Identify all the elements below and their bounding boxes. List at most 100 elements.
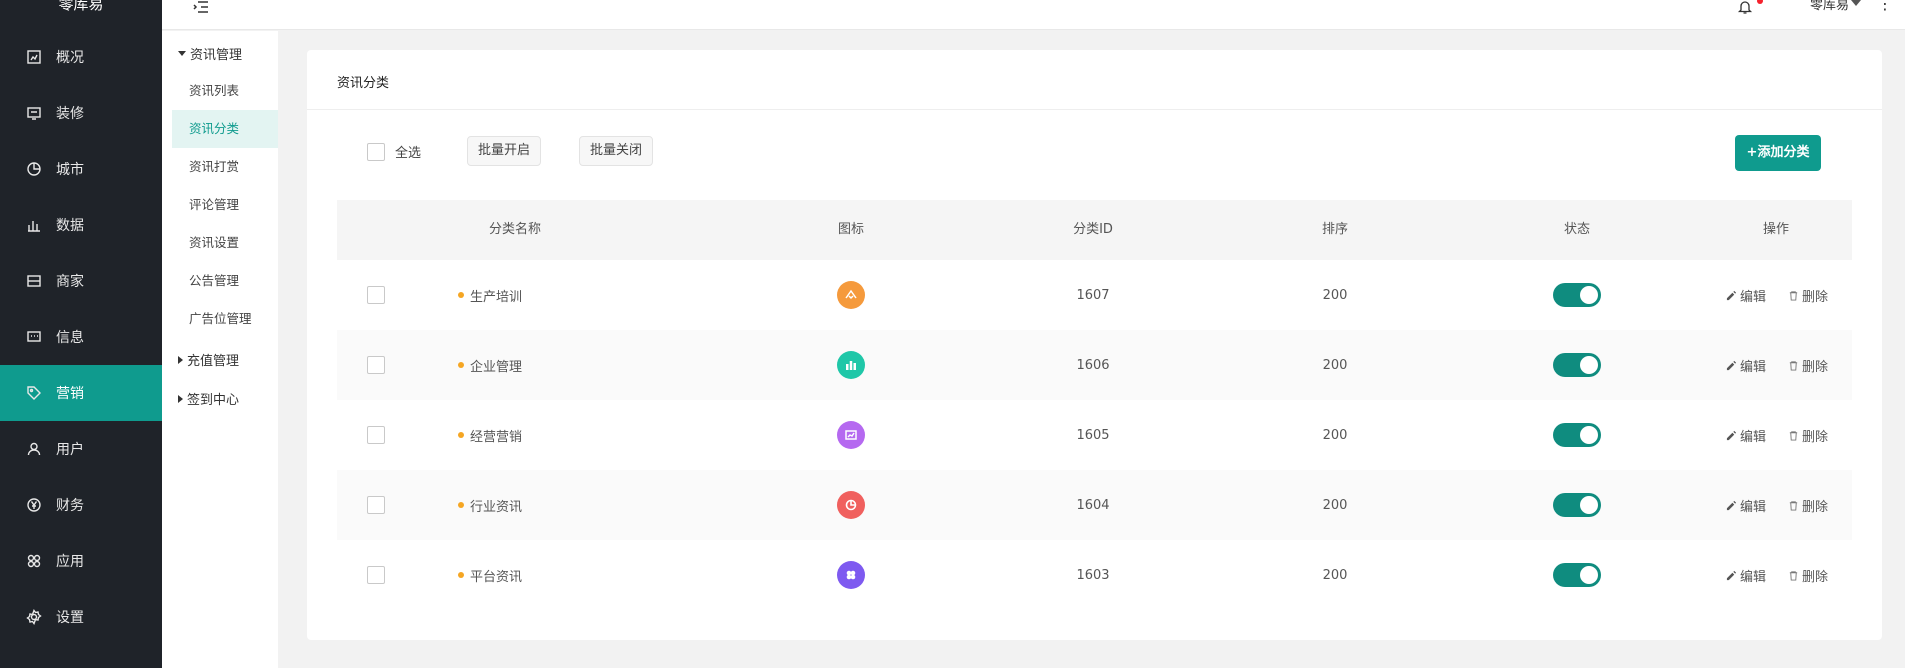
add-category-button[interactable]: +添加分类: [1735, 135, 1821, 171]
table-row: 平台资讯 1603 200 编辑 删除: [337, 540, 1852, 610]
batch-close-button[interactable]: 批量关闭: [579, 136, 654, 166]
table-row: 生产培训 1607 200 编辑 删除: [337, 260, 1852, 330]
sidebar-item-apps[interactable]: 应用: [0, 533, 162, 589]
column-header-name: 分类名称: [488, 222, 542, 237]
chevron-down-icon[interactable]: [1851, 0, 1861, 6]
subnav-group-label: 资讯管理: [190, 48, 243, 63]
edit-button[interactable]: 编辑: [1726, 426, 1766, 445]
sidebar-item-label: 财务: [56, 498, 84, 514]
sidebar-item-city[interactable]: 城市: [0, 141, 162, 197]
bullet-dot: [458, 572, 464, 578]
batch-open-button[interactable]: 批量开启: [467, 136, 542, 166]
caret-right-icon: [178, 355, 183, 364]
divider: [307, 109, 1882, 110]
sidebar-item-label: 营销: [56, 386, 84, 402]
status-toggle[interactable]: [1553, 423, 1601, 447]
subnav-group-label: 签到中心: [187, 393, 240, 408]
status-toggle[interactable]: [1553, 283, 1601, 307]
gear-icon: [26, 609, 42, 625]
caret-right-icon: [178, 394, 183, 403]
user-menu[interactable]: 零库易: [1810, 0, 1849, 13]
subnav-group-checkin[interactable]: 签到中心: [178, 389, 239, 408]
edit-button[interactable]: 编辑: [1726, 496, 1766, 515]
status-toggle[interactable]: [1553, 353, 1601, 377]
subnav-item-comments[interactable]: 评论管理: [172, 186, 278, 224]
category-sort: 200: [1322, 357, 1348, 373]
merchant-icon: [26, 273, 42, 289]
delete-button[interactable]: 删除: [1788, 286, 1828, 305]
sidebar-item-finance[interactable]: 财务: [0, 477, 162, 533]
delete-label: 删除: [1802, 429, 1829, 445]
sidebar-item-overview[interactable]: 概况: [0, 29, 162, 85]
sidebar-item-data[interactable]: 数据: [0, 197, 162, 253]
content-card: 资讯分类 全选 批量开启 批量关闭 +添加分类 分类名称 图标 分类ID 排序 …: [307, 50, 1882, 640]
delete-button[interactable]: 删除: [1788, 566, 1828, 585]
data-icon: [26, 217, 42, 233]
delete-button[interactable]: 删除: [1788, 426, 1828, 445]
category-name: 平台资讯: [470, 569, 523, 585]
category-id: 1604: [1076, 497, 1110, 513]
category-sort: 200: [1322, 427, 1348, 443]
sidebar-item-user[interactable]: 用户: [0, 421, 162, 477]
subnav-item-news-list[interactable]: 资讯列表: [172, 72, 278, 110]
status-toggle[interactable]: [1553, 563, 1601, 587]
more-menu-icon[interactable]: ⋮: [1877, 0, 1893, 12]
category-name: 生产培训: [470, 289, 523, 305]
edit-button[interactable]: 编辑: [1726, 566, 1766, 585]
subnav-item-news-category[interactable]: 资讯分类: [172, 110, 278, 148]
subnav-item-news-reward[interactable]: 资讯打赏: [172, 148, 278, 186]
edit-button[interactable]: 编辑: [1726, 286, 1766, 305]
city-icon: [26, 161, 42, 177]
brand-logo[interactable]: 零库易: [0, 0, 162, 18]
row-checkbox[interactable]: [367, 566, 385, 584]
menu-collapse-icon[interactable]: [192, 0, 210, 16]
row-checkbox[interactable]: [367, 356, 385, 374]
tag-icon: [26, 385, 42, 401]
category-name: 企业管理: [470, 359, 523, 375]
sidebar-item-label: 商家: [56, 274, 84, 290]
sidebar-item-label: 应用: [56, 554, 84, 570]
row-checkbox[interactable]: [367, 496, 385, 514]
secondary-sidebar: 资讯管理 资讯列表 资讯分类 资讯打赏 评论管理 资讯设置 公告管理 广告位管理…: [162, 31, 278, 668]
yen-icon: [26, 497, 42, 513]
row-checkbox[interactable]: [367, 426, 385, 444]
table-row: 经营营销 1605 200 编辑 删除: [337, 400, 1852, 470]
sidebar-item-label: 概况: [56, 50, 84, 66]
edit-button[interactable]: 编辑: [1726, 356, 1766, 375]
status-toggle[interactable]: [1553, 493, 1601, 517]
sidebar-item-message[interactable]: 信息: [0, 309, 162, 365]
subnav-item-news-settings[interactable]: 资讯设置: [172, 224, 278, 262]
category-id: 1606: [1076, 357, 1110, 373]
subnav-group-news[interactable]: 资讯管理: [178, 44, 242, 63]
column-header-sort: 排序: [1321, 222, 1349, 237]
sidebar-item-decoration[interactable]: 装修: [0, 85, 162, 141]
delete-button[interactable]: 删除: [1788, 356, 1828, 375]
edit-label: 编辑: [1740, 359, 1767, 375]
user-icon: [26, 441, 42, 457]
subnav-item-ad-slots[interactable]: 广告位管理: [172, 300, 278, 338]
edit-label: 编辑: [1740, 499, 1767, 515]
subnav-group-recharge[interactable]: 充值管理: [178, 350, 239, 369]
sidebar-item-label: 设置: [56, 610, 84, 626]
category-id: 1603: [1076, 567, 1110, 583]
sidebar-item-marketing[interactable]: 营销: [0, 365, 162, 421]
column-header-id: 分类ID: [1073, 222, 1113, 237]
delete-button[interactable]: 删除: [1788, 496, 1828, 515]
delete-label: 删除: [1802, 359, 1829, 375]
page-title: 资讯分类: [337, 76, 390, 91]
category-id: 1607: [1076, 287, 1110, 303]
sidebar-item-label: 城市: [56, 162, 84, 178]
category-name: 行业资讯: [470, 499, 523, 515]
bullet-dot: [458, 432, 464, 438]
sidebar-item-merchant[interactable]: 商家: [0, 253, 162, 309]
subnav-item-announcements[interactable]: 公告管理: [172, 262, 278, 300]
select-all-checkbox[interactable]: 全选: [367, 142, 421, 161]
category-sort: 200: [1322, 567, 1348, 583]
sidebar-item-settings[interactable]: 设置: [0, 589, 162, 645]
bell-icon[interactable]: [1737, 0, 1753, 15]
main-sidebar: 零库易 概况 装修 城市 数据 商家 信息 营销 用户 财务 应用 设置: [0, 0, 162, 668]
checkbox[interactable]: [367, 142, 385, 161]
row-checkbox[interactable]: [367, 286, 385, 304]
subnav-group-label: 充值管理: [187, 354, 240, 369]
chart-bar-icon: [837, 351, 865, 379]
